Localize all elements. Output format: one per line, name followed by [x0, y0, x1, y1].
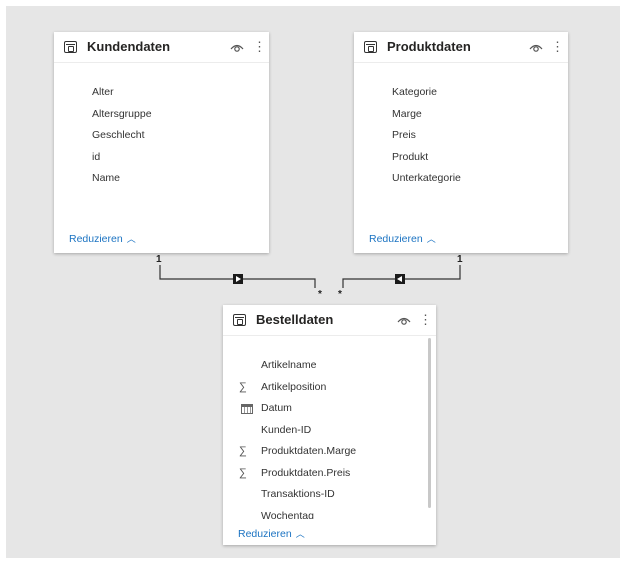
field-item[interactable]: Preis [354, 125, 568, 147]
field-label: Produktdaten.Marge [261, 445, 357, 457]
collapse-label: Reduzieren [238, 528, 292, 540]
field-item[interactable]: Artikelname [223, 355, 428, 377]
field-item[interactable]: Unterkategorie [354, 168, 568, 190]
more-options-icon[interactable]: ⋮ [253, 39, 266, 55]
field-item[interactable]: Kunden-ID [223, 420, 428, 442]
field-list: Alter Altersgruppe Geschlecht id Name [54, 82, 269, 190]
chevron-up-icon: ︿ [295, 529, 305, 539]
scrollbar[interactable] [428, 338, 431, 508]
field-item[interactable]: Transaktions-ID [223, 484, 428, 506]
field-label: Datum [261, 402, 292, 414]
field-item[interactable]: Marge [354, 104, 568, 126]
field-label: Kunden-ID [261, 423, 312, 436]
collapse-button[interactable]: Reduzieren ︿ [69, 232, 136, 245]
collapse-button[interactable]: Reduzieren ︿ [369, 232, 436, 245]
field-label: Wochentag [261, 509, 314, 520]
cardinality-one-produkt: 1 [457, 254, 463, 265]
table-icon [64, 41, 77, 53]
table-title: Kundendaten [87, 39, 171, 54]
field-item[interactable]: ∑ Produktdaten.Marge [223, 441, 428, 463]
field-list: Kategorie Marge Preis Produkt Unterkateg… [354, 82, 568, 190]
table-icon [233, 314, 246, 326]
cardinality-one-kunden: 1 [156, 254, 162, 265]
field-label: Transaktions-ID [261, 488, 335, 500]
table-title: Produktdaten [387, 39, 471, 54]
more-options-icon[interactable]: ⋮ [419, 312, 432, 328]
table-header[interactable]: Bestelldaten ⋮ [223, 305, 436, 336]
table-icon [364, 41, 377, 53]
field-list-viewport[interactable]: Artikelname ∑ Artikelposition Datum Kunde… [223, 343, 428, 519]
field-item[interactable]: ∑ Produktdaten.Preis [223, 463, 428, 485]
field-item[interactable]: Kategorie [354, 82, 568, 104]
field-list: Artikelname ∑ Artikelposition Datum Kunde… [223, 355, 428, 519]
field-item[interactable]: Wochentag [223, 506, 428, 520]
field-label: Artikelname [261, 359, 317, 371]
more-options-icon[interactable]: ⋮ [551, 39, 564, 55]
field-item[interactable]: id [54, 147, 269, 169]
table-card-produktdaten[interactable]: Produktdaten ⋮ Kategorie Marge Preis Pro… [354, 32, 568, 253]
field-item[interactable]: Alter [54, 82, 269, 104]
table-card-kundendaten[interactable]: Kundendaten ⋮ Alter Altersgruppe Geschle… [54, 32, 269, 253]
sigma-icon: ∑ [239, 466, 247, 479]
field-item[interactable]: Geschlecht [54, 125, 269, 147]
chevron-up-icon: ︿ [426, 234, 436, 244]
table-header[interactable]: Kundendaten ⋮ [54, 32, 269, 63]
visibility-icon[interactable] [230, 42, 244, 52]
table-header[interactable]: Produktdaten ⋮ [354, 32, 568, 63]
table-card-bestelldaten[interactable]: Bestelldaten ⋮ Artikelname ∑ Artikelposit… [223, 305, 436, 545]
chevron-up-icon: ︿ [126, 234, 136, 244]
sigma-icon: ∑ [239, 445, 247, 457]
visibility-icon[interactable] [529, 42, 543, 52]
field-label: Produktdaten.Preis [261, 466, 351, 479]
table-title: Bestelldaten [256, 312, 334, 327]
field-label: Artikelposition [261, 380, 327, 393]
collapse-label: Reduzieren [69, 233, 123, 245]
visibility-icon[interactable] [397, 315, 411, 325]
field-item[interactable]: Produkt [354, 147, 568, 169]
sigma-icon: ∑ [239, 380, 247, 393]
field-item[interactable]: Datum [223, 398, 428, 420]
cardinality-many-kunden: * [318, 289, 322, 300]
field-item[interactable]: Altersgruppe [54, 104, 269, 126]
collapse-label: Reduzieren [369, 233, 423, 245]
collapse-button[interactable]: Reduzieren ︿ [238, 527, 305, 540]
field-item[interactable]: ∑ Artikelposition [223, 377, 428, 399]
calendar-icon [241, 404, 253, 414]
cardinality-many-produkt: * [338, 289, 342, 300]
field-item[interactable]: Name [54, 168, 269, 190]
